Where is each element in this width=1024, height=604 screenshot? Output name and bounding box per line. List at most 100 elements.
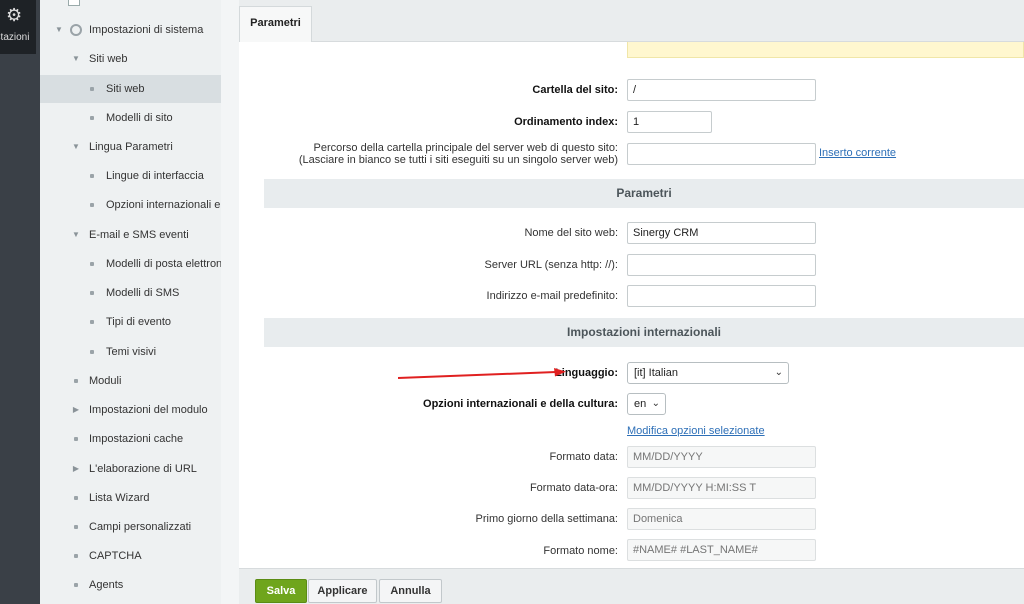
checkbox-icon: [68, 0, 80, 6]
sidebar-item-websites[interactable]: ▼ Siti web: [40, 45, 221, 73]
apply-button[interactable]: Applicare: [308, 579, 377, 603]
sidebar-item-label: Agents: [89, 579, 124, 591]
default-email-label: Indirizzo e-mail predefinito:: [486, 290, 618, 302]
datetime-format-input[interactable]: [627, 477, 816, 499]
sidebar-item-intl-options[interactable]: Opzioni internazionali e c: [40, 191, 221, 219]
sidebar-item-label: Siti web: [106, 83, 145, 95]
root-path-input[interactable]: [627, 143, 816, 165]
sidebar-item-label: Lista Wizard: [89, 492, 150, 504]
first-day-input[interactable]: [627, 508, 816, 530]
bullet-icon: [90, 262, 94, 266]
bullet-icon: [90, 291, 94, 295]
language-select-value: [it] Italian: [634, 367, 679, 379]
sidebar-item-label: Moduli: [89, 375, 122, 387]
sidebar-item-label: Impostazioni cache: [89, 433, 184, 445]
date-format-input[interactable]: [627, 446, 816, 468]
tab-parameters[interactable]: Parametri: [239, 6, 312, 42]
sidebar-item-captcha[interactable]: CAPTCHA: [40, 542, 221, 570]
annotation-arrow-icon: [398, 368, 566, 379]
section-header-intl: Impostazioni internazionali: [264, 318, 1024, 347]
chevron-down-icon[interactable]: ▼: [71, 221, 81, 249]
first-day-label: Primo giorno della settimana:: [475, 513, 618, 525]
sidebar-item-language-params[interactable]: ▼ Lingua Parametri: [40, 133, 221, 161]
sidebar-item-label: Impostazioni di sistema: [89, 24, 204, 36]
sidebar-item-sms-templates[interactable]: Modelli di SMS: [40, 279, 221, 307]
bullet-icon: [74, 379, 78, 383]
bullet-icon: [90, 350, 94, 354]
server-url-label: Server URL (senza http: //):: [484, 259, 618, 271]
sidebar-item-label: Lingue di interfaccia: [106, 170, 204, 182]
bullet-icon: [74, 525, 78, 529]
sidebar-item-wizard-list[interactable]: Lista Wizard: [40, 484, 221, 512]
name-format-label: Formato nome:: [543, 545, 618, 557]
sidebar-item-system-settings[interactable]: ▼ Impostazioni di sistema: [40, 16, 221, 44]
sidebar-item-label: Campi personalizzati: [89, 521, 192, 533]
save-button[interactable]: Salva: [255, 579, 307, 603]
site-folder-input[interactable]: [627, 79, 816, 101]
tab-bar: Parametri: [239, 0, 1024, 42]
sidebar-item-label: Modelli di posta elettroni: [106, 258, 221, 270]
cancel-button[interactable]: Annulla: [379, 579, 442, 603]
site-name-label: Nome del sito web:: [524, 227, 618, 239]
sidebar-item-modules[interactable]: Moduli: [40, 367, 221, 395]
datetime-format-label: Formato data-ora:: [529, 482, 618, 494]
sidebar-item-cache-settings[interactable]: Impostazioni cache: [40, 425, 221, 453]
date-format-label: Formato data:: [549, 451, 618, 463]
bullet-icon: [74, 554, 78, 558]
site-folder-label: Cartella del sito:: [532, 84, 618, 96]
modify-options-link[interactable]: Modifica opzioni selezionate: [627, 425, 765, 437]
bullet-icon: [74, 496, 78, 500]
settings-icon: [70, 24, 82, 36]
sidebar-item-label: E-mail e SMS eventi: [89, 229, 189, 241]
chevron-down-icon: ⌄: [651, 398, 660, 409]
root-path-label-line1: Percorso della cartella principale del s…: [313, 142, 619, 154]
bullet-icon: [90, 320, 94, 324]
sidebar-item-event-types[interactable]: Tipi di evento: [40, 308, 221, 336]
default-email-input[interactable]: [627, 285, 816, 307]
sidebar-item-site-templates[interactable]: Modelli di sito: [40, 104, 221, 132]
sidebar-item-label: Opzioni internazionali e c: [106, 199, 221, 211]
culture-options-label: Opzioni internazionali e della cultura:: [423, 398, 618, 410]
sidebar-item-email-templates[interactable]: Modelli di posta elettroni: [40, 250, 221, 278]
chevron-right-icon[interactable]: ▶: [71, 455, 81, 483]
notice-banner: [627, 42, 1024, 58]
sidebar-item-label: Impostazioni del modulo: [89, 404, 208, 416]
index-order-input[interactable]: [627, 111, 712, 133]
chevron-right-icon[interactable]: ▶: [71, 396, 81, 424]
name-format-input[interactable]: [627, 539, 816, 561]
sidebar-item-email-sms-events[interactable]: ▼ E-mail e SMS eventi: [40, 221, 221, 249]
root-path-label: Percorso della cartella principale del s…: [248, 142, 618, 166]
chevron-down-icon[interactable]: ▼: [71, 133, 81, 161]
insert-current-link[interactable]: Inserto corrente: [819, 147, 896, 159]
culture-select[interactable]: en ⌄: [627, 393, 666, 415]
sidebar-item-label: CAPTCHA: [89, 550, 142, 562]
root-path-label-line2: (Lasciare in bianco se tutti i siti eseg…: [298, 154, 618, 166]
language-select[interactable]: [it] Italian ⌄: [627, 362, 789, 384]
chevron-down-icon[interactable]: ▼: [71, 45, 81, 73]
form-footer: Salva Applicare Annulla: [239, 568, 1024, 604]
sidebar-splitter[interactable]: [221, 0, 239, 604]
chevron-down-icon[interactable]: ▼: [54, 16, 64, 44]
sidebar-item-custom-fields[interactable]: Campi personalizzati: [40, 513, 221, 541]
sidebar-item-label: L'elaborazione di URL: [89, 463, 197, 475]
sidebar-item-agents[interactable]: Agents: [40, 571, 221, 599]
site-name-input[interactable]: [627, 222, 816, 244]
app-rail: ⚙ ostazioni: [0, 0, 40, 604]
settings-rail-label: ostazioni: [0, 32, 30, 43]
bullet-icon: [90, 174, 94, 178]
sidebar-item-module-settings[interactable]: ▶ Impostazioni del modulo: [40, 396, 221, 424]
chevron-down-icon: ⌄: [774, 367, 783, 378]
bullet-icon: [90, 116, 94, 120]
section-header-parameters: Parametri: [264, 179, 1024, 208]
sidebar-item-label: Modelli di sito: [106, 112, 173, 124]
index-order-label: Ordinamento index:: [514, 116, 618, 128]
sidebar-item-visual-themes[interactable]: Temi visivi: [40, 338, 221, 366]
sidebar-item-label: Modelli di SMS: [106, 287, 180, 299]
settings-rail-button[interactable]: ⚙ ostazioni: [0, 0, 36, 54]
sidebar-item-url-processing[interactable]: ▶ L'elaborazione di URL: [40, 455, 221, 483]
settings-form: Cartella del sito: Ordinamento index: Pe…: [248, 42, 1024, 568]
gear-icon: ⚙: [6, 5, 23, 25]
sidebar-item-interface-languages[interactable]: Lingue di interfaccia: [40, 162, 221, 190]
sidebar-item-websites-list[interactable]: Siti web: [40, 75, 221, 103]
server-url-input[interactable]: [627, 254, 816, 276]
